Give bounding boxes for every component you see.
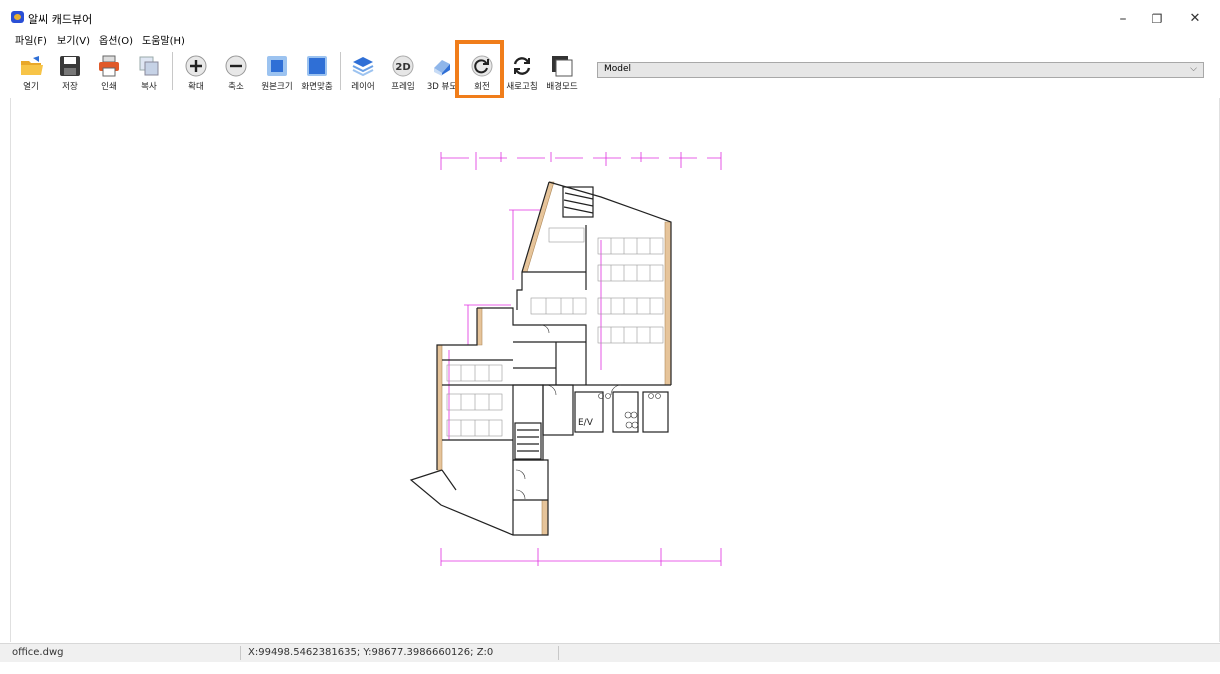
rotate-highlight-box bbox=[455, 40, 504, 99]
zoom-out-button[interactable]: 축소 bbox=[221, 48, 251, 94]
menu-view[interactable]: 보기(V) bbox=[57, 32, 90, 47]
chevron-down-icon: ⌵ bbox=[1190, 64, 1197, 74]
walls bbox=[409, 181, 672, 536]
restore-button[interactable]: ❐ bbox=[1143, 10, 1171, 28]
original-size-button[interactable]: 원본크기 bbox=[257, 48, 297, 94]
fit-screen-icon bbox=[307, 56, 327, 76]
status-file: office.dwg bbox=[12, 647, 64, 658]
app-icon bbox=[11, 11, 24, 23]
original-size-icon bbox=[267, 56, 287, 76]
copy-button[interactable]: 복사 bbox=[134, 48, 164, 94]
layout-select-value: Model bbox=[604, 64, 632, 74]
print-button[interactable]: 인쇄 bbox=[94, 48, 124, 94]
fit-screen-button[interactable]: 화면맞춤 bbox=[297, 48, 337, 94]
save-button[interactable]: 저장 bbox=[55, 48, 85, 94]
floor-plan-drawing: E/V bbox=[409, 152, 722, 566]
menu-options[interactable]: 옵션(O) bbox=[99, 32, 133, 47]
toolbar-separator bbox=[340, 52, 341, 90]
menu-file[interactable]: 파일(F) bbox=[15, 32, 47, 47]
minus-icon bbox=[225, 55, 247, 77]
wall-fill bbox=[436, 181, 672, 536]
status-bar: office.dwg X:99498.5462381635; Y:98677.3… bbox=[0, 643, 1220, 662]
elevator-label: E/V bbox=[578, 418, 594, 428]
menu-help[interactable]: 도움말(H) bbox=[142, 32, 185, 47]
status-separator bbox=[240, 646, 241, 660]
refresh-button[interactable]: 새로고침 bbox=[504, 48, 540, 94]
dimension-lines bbox=[440, 152, 722, 566]
zoom-in-button[interactable]: 확대 bbox=[181, 48, 211, 94]
toolbar-separator bbox=[172, 52, 173, 90]
layer-button[interactable]: 레이어 bbox=[346, 48, 380, 94]
layout-select[interactable]: Model ⌵ bbox=[597, 62, 1204, 78]
svg-text:2D: 2D bbox=[395, 62, 410, 73]
title-bar: 알씨 캐드뷰어 – ❐ ✕ bbox=[0, 0, 1220, 32]
folder-open-icon bbox=[21, 56, 43, 75]
window-title: 알씨 캐드뷰어 bbox=[28, 13, 93, 26]
status-separator bbox=[558, 646, 559, 660]
status-coordinates: X:99498.5462381635; Y:98677.3986660126; … bbox=[248, 647, 494, 658]
save-icon bbox=[60, 56, 80, 76]
3d-cube-icon bbox=[434, 60, 450, 76]
2d-icon: 2D bbox=[392, 55, 414, 77]
open-button[interactable]: 열기 bbox=[16, 48, 46, 94]
drawing-canvas[interactable]: E/V bbox=[10, 98, 1220, 642]
background-mode-button[interactable]: 배경모드 bbox=[542, 48, 582, 94]
plus-icon bbox=[185, 55, 207, 77]
door-swings bbox=[515, 324, 661, 500]
refresh-icon bbox=[513, 57, 531, 75]
menu-bar: 파일(F) 보기(V) 옵션(O) 도움말(H) bbox=[0, 30, 1220, 47]
minimize-button[interactable]: – bbox=[1109, 10, 1137, 28]
background-mode-icon bbox=[552, 56, 573, 77]
frame-button[interactable]: 2D 프레임 bbox=[386, 48, 420, 94]
close-button[interactable]: ✕ bbox=[1181, 10, 1209, 28]
copy-icon bbox=[139, 56, 159, 76]
layers-icon bbox=[352, 57, 374, 77]
printer-icon bbox=[99, 55, 119, 77]
